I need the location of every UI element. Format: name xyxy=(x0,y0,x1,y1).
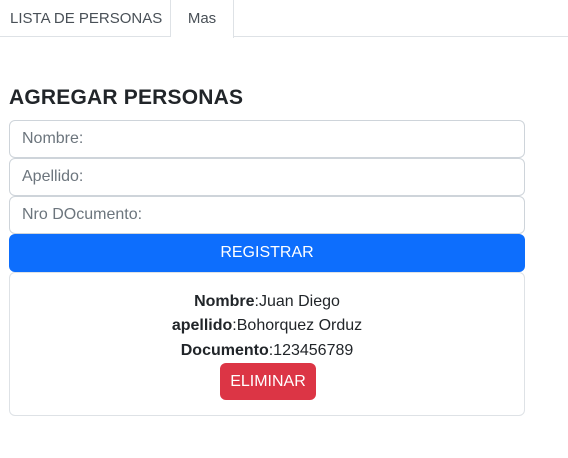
eliminar-button[interactable]: ELIMINAR xyxy=(220,363,316,400)
apellido-input[interactable] xyxy=(9,158,525,196)
documento-input[interactable] xyxy=(9,196,525,234)
documento-label: Documento xyxy=(180,342,269,359)
registrar-button[interactable]: REGISTRAR xyxy=(9,234,525,272)
documento-row: Documento:123456789 xyxy=(10,341,524,361)
nombre-value: :Juan Diego xyxy=(254,293,340,310)
nombre-input[interactable] xyxy=(9,120,525,158)
tab-lista-de-personas[interactable]: LISTA DE PERSONAS xyxy=(0,0,171,37)
apellido-row: apellido:Bohorquez Orduz xyxy=(10,316,524,336)
nav-tabs: LISTA DE PERSONAS Mas xyxy=(0,0,568,38)
page-title: AGREGAR PERSONAS xyxy=(9,86,244,109)
person-card: Nombre:Juan Diego apellido:Bohorquez Ord… xyxy=(9,272,525,416)
tab-mas[interactable]: Mas xyxy=(171,0,234,38)
apellido-label: apellido xyxy=(171,317,233,334)
documento-value: :123456789 xyxy=(268,342,354,359)
nombre-row: Nombre:Juan Diego xyxy=(10,292,524,312)
apellido-value: :Bohorquez Orduz xyxy=(232,317,363,334)
nombre-label: Nombre xyxy=(194,293,255,310)
